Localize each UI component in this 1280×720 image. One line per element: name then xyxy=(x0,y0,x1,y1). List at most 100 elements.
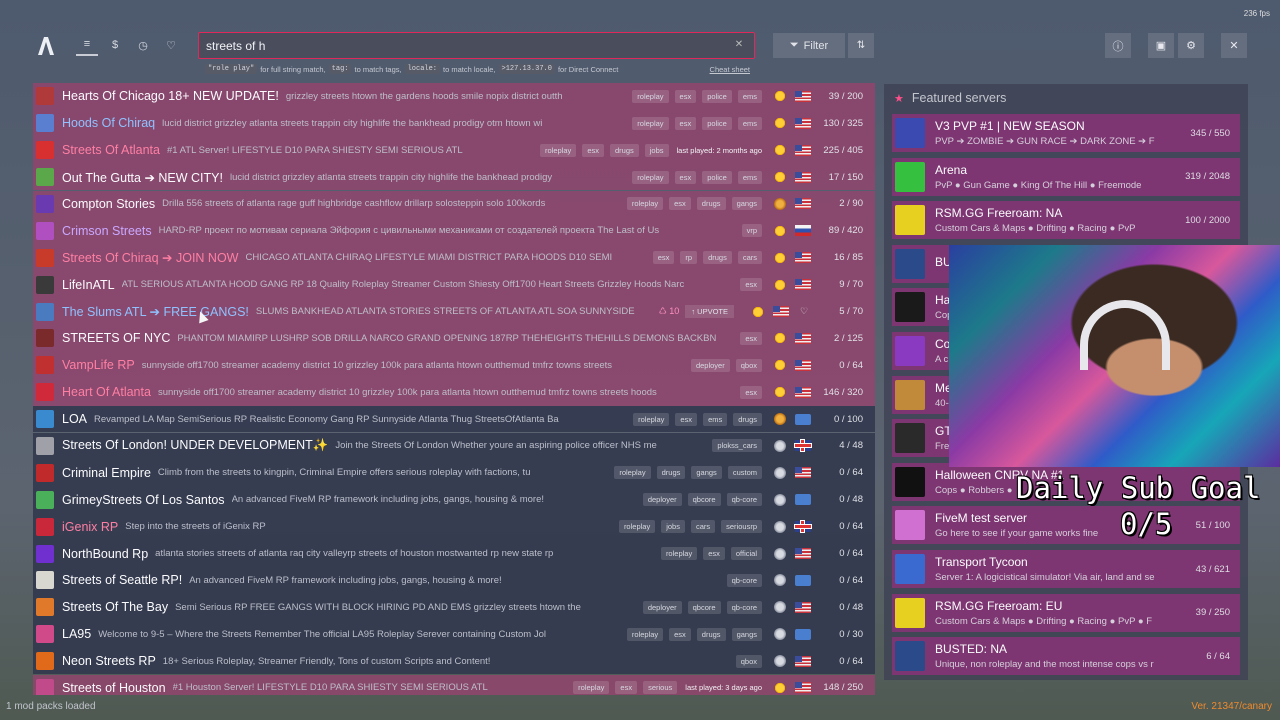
server-row[interactable]: Streets Of London! UNDER DEVELOPMENT✨ Joi… xyxy=(33,432,875,460)
server-row[interactable]: Hoods Of Chiraq lucid district grizzley a… xyxy=(33,109,875,137)
filter-button[interactable]: ⏷ Filter xyxy=(773,33,845,58)
server-tag[interactable]: custom xyxy=(727,466,762,480)
server-tag[interactable]: esx xyxy=(674,170,697,184)
server-tag[interactable]: roleplay xyxy=(632,116,669,130)
server-tag[interactable]: qb-core xyxy=(726,600,762,614)
server-tag[interactable]: qbox xyxy=(735,654,762,668)
server-tag[interactable]: ems xyxy=(737,89,762,103)
server-tag[interactable]: esx xyxy=(703,547,725,561)
server-tag[interactable]: seriousrp xyxy=(721,520,762,534)
server-tag[interactable]: esx xyxy=(740,385,762,399)
info-icon[interactable]: ⓘ xyxy=(1105,33,1131,58)
server-row[interactable]: Neon Streets RP 18+ Serious Roleplay, Str… xyxy=(33,647,875,675)
server-tag[interactable]: drugs xyxy=(696,197,726,211)
server-row[interactable]: Streets of Seattle RP! An advanced FiveM … xyxy=(33,567,875,594)
server-row[interactable]: Criminal Empire Climb from the streets to… xyxy=(33,459,875,487)
server-tag[interactable]: gangs xyxy=(731,627,762,641)
server-tag[interactable]: gangs xyxy=(731,197,762,211)
server-row[interactable]: Streets Of Atlanta #1 ATL Server! LIFESTY… xyxy=(33,136,875,164)
server-tag[interactable]: official xyxy=(730,547,762,561)
server-row[interactable]: The Slums ATL ➔ FREE GANGS! SLUMS BANKHEA… xyxy=(33,298,875,325)
server-row[interactable]: Hearts Of Chicago 18+ NEW UPDATE! grizzle… xyxy=(33,83,875,110)
gear-icon[interactable]: ⚙ xyxy=(1178,33,1204,58)
server-row[interactable]: Streets Of Chiraq ➔ JOIN NOW CHICAGO ATLA… xyxy=(33,244,875,272)
server-row[interactable]: GrimeyStreets Of Los Santos An advanced F… xyxy=(33,486,875,514)
server-tag[interactable]: roleplay xyxy=(540,143,577,157)
server-tag[interactable]: drugs xyxy=(703,251,732,265)
server-tag[interactable]: police xyxy=(702,116,732,130)
server-tag[interactable]: drugs xyxy=(656,466,686,480)
server-tag[interactable]: deployer xyxy=(690,358,730,372)
search-input[interactable] xyxy=(206,38,726,53)
server-tag[interactable]: qb-core xyxy=(726,493,762,507)
server-tag[interactable]: roleplay xyxy=(626,197,664,211)
server-tag[interactable]: roleplay xyxy=(633,412,670,426)
featured-server-card[interactable]: FiveM test server Go here to see if your… xyxy=(892,506,1240,545)
favorite-heart-icon[interactable]: ♡ xyxy=(797,306,811,317)
featured-server-card[interactable]: BUSTED: NA Unique, non roleplay and the … xyxy=(892,637,1240,676)
server-tag[interactable]: police xyxy=(702,89,732,103)
server-tag[interactable]: qbcore xyxy=(687,600,721,614)
heart-icon[interactable]: ♡ xyxy=(160,34,182,56)
server-tag[interactable]: jobs xyxy=(644,143,669,157)
server-tag[interactable]: esx xyxy=(740,331,762,345)
server-tag[interactable]: roleplay xyxy=(632,89,669,103)
server-tag[interactable]: deployer xyxy=(642,493,682,507)
server-tag[interactable]: qbox xyxy=(735,358,762,372)
server-tag[interactable]: qb-core xyxy=(726,573,762,587)
server-tag[interactable]: esx xyxy=(674,116,697,130)
server-tag[interactable]: serious xyxy=(643,681,678,695)
server-row[interactable]: LOA Revamped LA Map SemiSerious RP Realis… xyxy=(33,405,875,433)
server-tag[interactable]: esx xyxy=(675,412,698,426)
server-tag[interactable]: esx xyxy=(615,681,638,695)
server-tag[interactable]: cars xyxy=(737,251,762,265)
server-tag[interactable]: police xyxy=(702,170,732,184)
server-tag[interactable]: roleplay xyxy=(618,520,656,534)
server-row[interactable]: STREETS OF NYC PHANTOM MIAMIRP LUSHRP SOB… xyxy=(33,325,875,352)
server-tag[interactable]: esx xyxy=(674,89,697,103)
server-row[interactable]: LifeInATL ATL SERIOUS ATLANTA HOOD GANG R… xyxy=(33,271,875,298)
server-tag[interactable]: roleplay xyxy=(614,466,651,480)
server-tag[interactable]: esx xyxy=(740,278,762,292)
cheat-sheet-link[interactable]: Cheat sheet xyxy=(710,65,750,74)
server-row[interactable]: iGenix RP Step into the streets of iGenix… xyxy=(33,513,875,540)
server-row[interactable]: LA95 Welcome to 9-5 – Where the Streets R… xyxy=(33,620,875,648)
server-tag[interactable]: gangs xyxy=(691,466,722,480)
server-tag[interactable]: roleplay xyxy=(632,170,669,184)
server-row[interactable]: Heart Of Atlanta sunnyside off1700 stream… xyxy=(33,378,875,406)
server-tag[interactable]: esx xyxy=(582,143,604,157)
server-tag[interactable]: plokss_cars xyxy=(712,439,762,453)
clear-search-icon[interactable]: ✕ xyxy=(732,38,746,52)
list-icon[interactable]: ≡ xyxy=(76,34,98,56)
server-row[interactable]: Crimson Streets HARD-RP проект по мотивам… xyxy=(33,217,875,245)
server-row[interactable]: NorthBound Rp atlanta stories streets of … xyxy=(33,540,875,567)
server-tag[interactable]: cars xyxy=(690,520,716,534)
server-row[interactable]: Streets of Houston #1 Houston Server! LIF… xyxy=(33,674,875,695)
server-row[interactable]: VampLife RP sunnyside off1700 streamer ac… xyxy=(33,351,875,379)
server-tag[interactable]: roleplay xyxy=(626,627,664,641)
sort-button[interactable]: ⇅ xyxy=(848,33,874,58)
server-row[interactable]: Compton Stories Drilla 556 streets of atl… xyxy=(33,190,875,218)
server-tag[interactable]: esx xyxy=(669,197,691,211)
storage-icon[interactable]: ▣ xyxy=(1148,33,1174,58)
server-tag[interactable]: drugs xyxy=(609,143,639,157)
featured-server-card[interactable]: Arena PvP ● Gun Game ● King Of The Hill … xyxy=(892,157,1240,196)
server-tag[interactable]: drugs xyxy=(733,412,762,426)
server-tag[interactable]: ems xyxy=(703,412,728,426)
server-tag[interactable]: rp xyxy=(680,251,698,265)
server-tag[interactable]: esx xyxy=(669,627,691,641)
featured-server-card[interactable]: RSM.GG Freeroam: EU Custom Cars & Maps ●… xyxy=(892,593,1240,632)
server-tag[interactable]: deployer xyxy=(642,600,682,614)
server-tag[interactable]: jobs xyxy=(661,520,685,534)
featured-server-card[interactable]: Transport Tycoon Server 1: A logicistica… xyxy=(892,550,1240,588)
server-tag[interactable]: roleplay xyxy=(573,681,610,695)
server-row[interactable]: Streets Of The Bay Semi Serious RP FREE G… xyxy=(33,593,875,621)
server-tag[interactable]: roleplay xyxy=(660,547,698,561)
featured-server-card[interactable]: V3 PVP #1 | NEW SEASON PVP ➔ ZOMBIE ➔ GU… xyxy=(892,114,1240,152)
server-tag[interactable]: ems xyxy=(737,116,762,130)
fivem-logo[interactable] xyxy=(37,36,55,56)
server-tag[interactable]: ems xyxy=(737,170,762,184)
history-icon[interactable]: ◷ xyxy=(132,34,154,56)
server-row[interactable]: Out The Gutta ➔ NEW CITY! lucid district … xyxy=(33,163,875,191)
dollar-icon[interactable]: $ xyxy=(104,34,126,56)
